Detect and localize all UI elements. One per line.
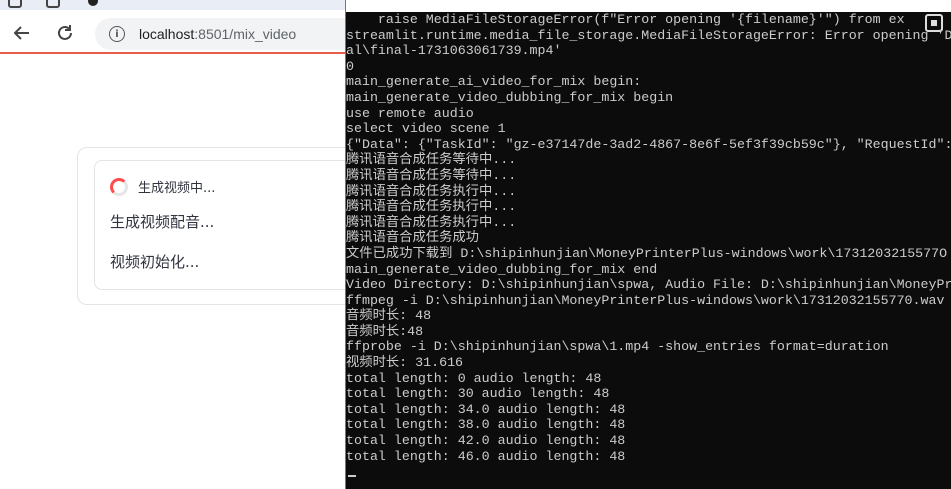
console-titlebar[interactable] [346,0,951,12]
console-line: total length: 34.0 audio length: 48 [346,401,626,417]
console-line: total length: 42.0 audio length: 48 [346,433,626,449]
url-path: :8501/mix_video [194,26,297,42]
console-line: raise MediaFileStorageError(f"Error open… [346,12,905,27]
console-line: use remote audio [346,105,474,121]
url-host: localhost [139,26,195,42]
console-line: streamlit.runtime.media_file_storage.Med… [346,27,951,43]
console-line: {"Data": {"TaskId": "gz-e37147de-3ad2-48… [346,136,951,152]
console-line: ffprobe -i D:\shipinhunjian\spwa\1.mp4 -… [346,339,889,355]
initializing-status: 视频初始化... [110,253,200,271]
console-line: total length: 0 audio length: 48 [346,370,602,386]
status-card: 生成视频中... 生成视频配音... 视频初始化... [77,147,384,305]
console-line: al\final-1731063061739.mp4' [346,43,562,59]
console-line: total length: 38.0 audio length: 48 [346,417,626,433]
url-text[interactable]: localhost:8501/mix_video [139,26,296,42]
reload-icon [58,25,72,40]
back-arrow-icon [13,26,29,40]
console-line: 音频时长: 48 [346,308,432,324]
status-panel: 生成视频中... 生成视频配音... 视频初始化... [94,160,384,290]
console-line: ffmpeg -i D:\shipinhunjian\MoneyPrinterP… [346,292,945,308]
console-line: 腾讯语音合成任务执行中... [346,199,517,215]
console-line: total length: 30 audio length: 48 [346,386,610,402]
info-icon[interactable]: i [109,26,125,42]
console-line: 腾讯语音合成任务执行中... [346,214,517,230]
console-line: 文件已成功下载到 D:\shipinhunjian\MoneyPrinterPl… [346,245,948,261]
console-line: Video Directory: D:\shipinhunjian\spwa, … [346,277,951,293]
spinner-icon [110,177,128,196]
dubbing-status: 生成视频配音... [110,213,215,231]
back-button[interactable] [10,21,34,45]
console-cursor [348,475,356,477]
console-line: main_generate_video_dubbing_for_mix begi… [346,89,674,105]
console-line: 腾讯语音合成任务执行中... [346,183,517,199]
console-output: raise MediaFileStorageError(f"Error open… [346,12,951,482]
console-line: 腾讯语音合成任务等待中... [346,167,517,183]
window-icon[interactable] [8,0,22,8]
console-line: 腾讯语音合成任务等待中... [346,152,517,168]
reload-button[interactable] [53,21,77,45]
loading-bar [0,52,350,54]
generating-status: 生成视频中... [110,177,215,196]
console-line: select video scene 1 [346,121,506,137]
tab-favicon-icon[interactable] [88,0,98,6]
console-window[interactable]: raise MediaFileStorageError(f"Error open… [345,0,951,489]
console-line: 视频时长: 31.616 [346,355,464,371]
console-line: 音频时长:48 [346,323,424,339]
console-line: 腾讯语音合成任务成功 [346,230,479,246]
console-line: main_generate_ai_video_for_mix begin: [346,74,642,90]
console-line: total length: 46.0 audio length: 48 [346,448,626,464]
tab-icon[interactable] [46,0,60,8]
generating-status-text: 生成视频中... [138,181,216,196]
console-line: main_generate_video_dubbing_for_mix end [346,261,658,277]
console-line: 0 [346,58,354,74]
